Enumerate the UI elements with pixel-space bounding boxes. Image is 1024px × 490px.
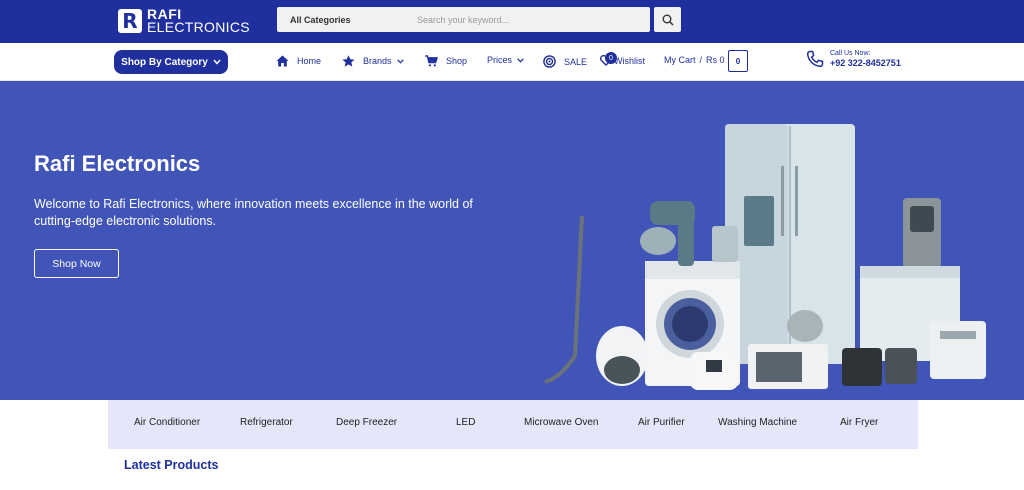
category-strip: Air Conditioner Refrigerator Deep Freeze… [108, 400, 918, 449]
nav-brands-label: Brands [363, 56, 392, 66]
nav-wishlist-label: Wishlist [614, 55, 645, 66]
category-deep-freezer[interactable]: Deep Freezer [336, 417, 397, 428]
logo-mark: R [118, 9, 142, 33]
nav-sale-label: SALE [564, 56, 588, 67]
chevron-down-icon [517, 57, 524, 63]
nav-shop[interactable]: Shop [425, 55, 467, 67]
category-air-fryer[interactable]: Air Fryer [840, 417, 878, 428]
site-logo[interactable]: R RAFI ELECTRONICS [118, 6, 250, 36]
cart-count-badge[interactable]: 0 [728, 50, 748, 72]
cart-separator: / [699, 55, 703, 65]
nav-home-label: Home [297, 56, 322, 66]
hero-title: Rafi Electronics [34, 151, 201, 176]
shop-now-button[interactable]: Shop Now [34, 249, 119, 278]
hero-banner: Rafi Electronics Welcome to Rafi Electro… [0, 81, 1024, 400]
hero-description: Welcome to Rafi Electronics, where innov… [34, 197, 473, 228]
shop-by-category-label: Shop By Category [121, 56, 208, 68]
top-bar: R RAFI ELECTRONICS All Categories [0, 0, 1024, 43]
cart-label: My Cart [664, 55, 696, 65]
category-microwave-oven[interactable]: Microwave Oven [524, 417, 598, 428]
phone-icon [806, 50, 824, 68]
chevron-down-icon [213, 59, 221, 65]
category-washing-machine[interactable]: Washing Machine [718, 417, 797, 428]
nav-shop-label: Shop [446, 56, 468, 66]
logo-line-2: ELECTRONICS [147, 19, 250, 35]
category-led[interactable]: LED [456, 417, 475, 428]
star-icon [342, 55, 355, 67]
home-icon [276, 55, 289, 67]
search-icon [662, 14, 674, 26]
wishlist-count-badge: 0 [605, 52, 617, 64]
call-label: Call Us Now: [830, 50, 871, 57]
search-button[interactable] [654, 7, 681, 32]
cart-icon [425, 55, 438, 67]
category-select[interactable]: All Categories [277, 15, 417, 25]
search-input[interactable] [417, 14, 637, 25]
target-icon [543, 55, 556, 68]
nav-prices-label: Prices [487, 55, 513, 65]
category-refrigerator[interactable]: Refrigerator [240, 417, 293, 428]
appliances-image [544, 124, 986, 390]
latest-products-heading: Latest Products [124, 458, 219, 472]
call-us[interactable]: Call Us Now: +92 322-8452751 [806, 50, 901, 68]
call-number: +92 322-8452751 [830, 58, 901, 68]
nav-home[interactable]: Home [276, 55, 321, 67]
cart-amount: Rs 0 [706, 55, 725, 65]
shop-by-category-button[interactable]: Shop By Category [114, 50, 228, 74]
nav-sale[interactable]: SALE [543, 55, 587, 68]
nav-brands[interactable]: Brands [342, 55, 404, 67]
category-air-conditioner[interactable]: Air Conditioner [134, 417, 200, 428]
chevron-down-icon [396, 58, 404, 64]
search-bar: All Categories [277, 7, 650, 32]
category-air-purifier[interactable]: Air Purifier [638, 417, 685, 428]
nav-prices[interactable]: Prices [487, 55, 524, 65]
nav-cart[interactable]: My Cart / Rs 0 [664, 55, 725, 65]
